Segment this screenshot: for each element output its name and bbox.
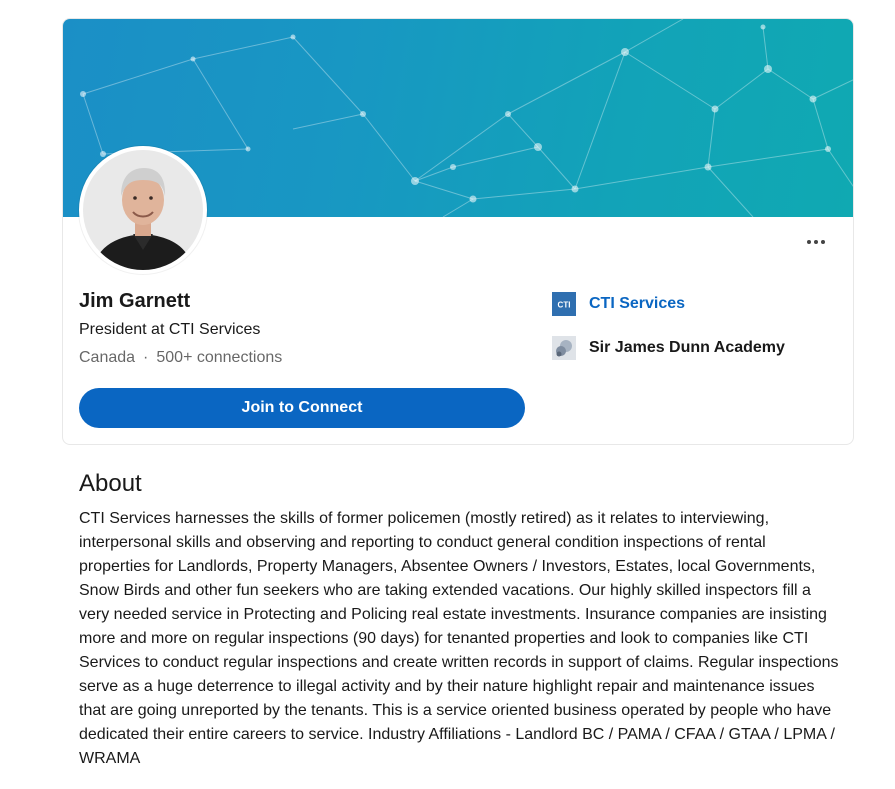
more-actions-button[interactable] bbox=[801, 231, 831, 253]
school-link[interactable]: Sir James Dunn Academy bbox=[552, 336, 785, 360]
avatar-photo-icon bbox=[83, 150, 203, 270]
profile-headline: President at CTI Services bbox=[79, 321, 261, 338]
meta-separator: · bbox=[143, 349, 149, 366]
about-text: CTI Services harnesses the skills of for… bbox=[79, 510, 839, 767]
profile-name: Jim Garnett bbox=[79, 290, 191, 312]
cti-logo-text: CTI bbox=[558, 301, 571, 310]
current-company-link[interactable]: CTI CTI Services bbox=[552, 292, 685, 316]
about-heading: About bbox=[79, 470, 142, 497]
current-company-name: CTI Services bbox=[589, 295, 686, 312]
profile-connections: 500+ connections bbox=[156, 349, 283, 366]
cti-logo-icon: CTI bbox=[552, 292, 576, 316]
school-name: Sir James Dunn Academy bbox=[589, 339, 785, 356]
profile-meta: Canada · 500+ connections bbox=[79, 349, 282, 367]
school-logo-icon bbox=[552, 336, 576, 360]
join-to-connect-button[interactable]: Join to Connect bbox=[79, 388, 525, 428]
profile-location: Canada bbox=[79, 349, 136, 366]
ellipsis-icon-dot bbox=[807, 240, 811, 244]
ellipsis-icon-dot bbox=[821, 240, 825, 244]
profile-avatar[interactable] bbox=[79, 146, 207, 274]
ellipsis-icon-dot bbox=[814, 240, 818, 244]
